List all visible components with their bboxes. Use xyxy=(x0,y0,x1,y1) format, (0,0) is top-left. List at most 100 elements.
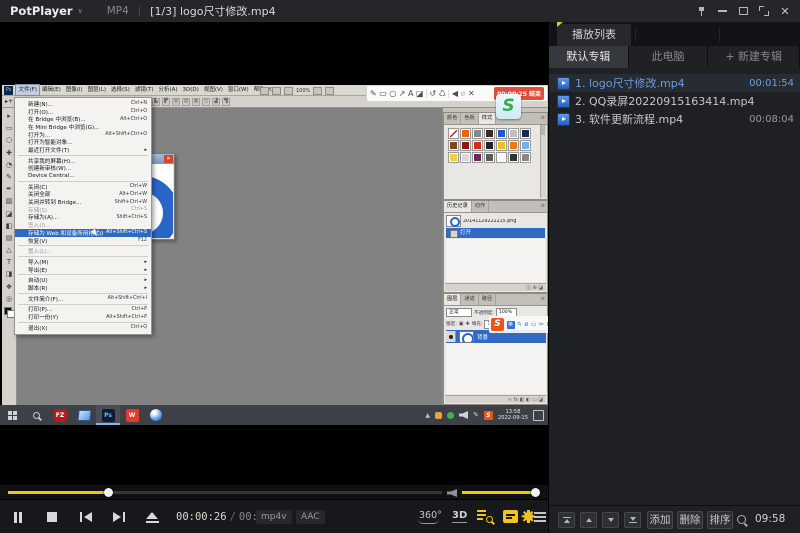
volume-bar[interactable] xyxy=(462,491,536,494)
fullscreen-button[interactable] xyxy=(755,3,773,19)
next-button[interactable] xyxy=(104,506,134,528)
file-menu-item: 导出(E)▸ xyxy=(15,266,151,274)
pause-button[interactable] xyxy=(3,506,33,528)
previous-button[interactable] xyxy=(71,506,101,528)
menu-item-shortcut: Shift+Ctrl+W xyxy=(115,200,147,205)
playlist-item-name: 1. logo尺寸修改.mp4 xyxy=(575,75,744,91)
subtitle-button[interactable] xyxy=(503,510,518,523)
stop-button[interactable] xyxy=(37,506,67,528)
app-icon: FZ xyxy=(54,409,67,422)
minimize-button[interactable] xyxy=(713,3,731,19)
playlist-item[interactable]: 1. logo尺寸修改.mp4 00:01:54 xyxy=(549,74,800,92)
layer-thumbnail xyxy=(459,331,474,343)
photoshop-icon: Ps xyxy=(96,405,120,425)
pencil-icon: ✎ xyxy=(370,90,377,98)
menu-item-label: 脚本(R) xyxy=(28,284,142,292)
seek-thumb[interactable] xyxy=(104,488,113,497)
move-bottom-icon xyxy=(630,517,636,521)
move-top-button[interactable] xyxy=(558,512,575,528)
menu-item-label: 最近打开文件(T) xyxy=(28,146,142,154)
mode-360-button[interactable]: 360° xyxy=(419,510,442,521)
tab-playlist[interactable]: 播放列表 xyxy=(557,24,631,46)
menu-item-shortcut: Alt+Shift+Ctrl+P xyxy=(106,315,147,320)
playlist-header: 播放列表 xyxy=(549,22,800,46)
lock-transparency-icon: ▣ xyxy=(459,321,464,327)
tray-recorder-icon: S xyxy=(484,411,493,420)
clock-display: 09:58 xyxy=(755,513,785,525)
playlist-search-button[interactable] xyxy=(477,510,495,524)
playlist-search-icon[interactable] xyxy=(737,515,746,524)
menu-divider xyxy=(18,322,148,323)
video-display[interactable]: Ps 文件(F)编辑(E)图像(I)图层(L)选择(S)滤镜(T)分析(A)3D… xyxy=(0,22,548,485)
option-icon: ▦ xyxy=(192,98,200,106)
playlist-item[interactable]: 3. 软件更新流程.mp400:08:04 xyxy=(549,110,800,128)
app-icon: Ps xyxy=(102,409,115,422)
media-file-icon xyxy=(557,95,570,108)
style-swatch xyxy=(460,140,471,151)
volume-thumb[interactable] xyxy=(531,488,540,497)
move-bottom-button[interactable] xyxy=(624,512,641,528)
next-icon xyxy=(113,512,121,522)
eraser-icon: ◪ xyxy=(416,90,424,98)
style-swatch xyxy=(448,128,459,139)
delete-button[interactable]: 删除 xyxy=(677,511,703,529)
history-snapshot-row: 20141129222215.png xyxy=(446,215,545,227)
file-menu-item: 打开为智能对象... xyxy=(15,138,151,146)
recorder-s-icon: S xyxy=(491,318,504,331)
document-close-icon: ✕ xyxy=(164,155,173,163)
snapshot-label: 20141129222215.png xyxy=(463,219,516,224)
start-button xyxy=(0,405,24,425)
file-menu-item: 签入(I)... xyxy=(15,221,151,229)
playlist-tab-notch xyxy=(557,22,563,27)
move-down-button[interactable] xyxy=(602,512,619,528)
taskbar-tray: ▲ ✎ S 13:58 2022-09-15 xyxy=(425,409,544,422)
playlist-item[interactable]: 2. QQ录屏20220915163414.mp4 xyxy=(549,92,800,110)
styles-panel: 颜色 色板 样式 ≡ xyxy=(443,112,548,200)
menu-item-label: 打印一份(Y) xyxy=(28,313,103,321)
lock-label: 锁定: xyxy=(446,321,457,327)
taskbar-date: 2022-09-15 xyxy=(498,415,528,421)
seek-bar[interactable] xyxy=(8,491,442,494)
main-menu-button[interactable] xyxy=(534,512,546,522)
tab-this-pc[interactable]: 此电脑 xyxy=(629,46,709,68)
file-menu-item: 最近打开文件(T)▸ xyxy=(15,146,151,154)
mic-icon: ø xyxy=(525,322,529,328)
explorer-icon xyxy=(72,405,96,425)
style-swatch xyxy=(484,152,495,163)
pin-icon xyxy=(698,7,705,16)
pin-button[interactable] xyxy=(692,3,710,19)
playlist-item-name: 3. 软件更新流程.mp4 xyxy=(575,111,744,127)
volume-speaker-icon[interactable] xyxy=(447,489,457,497)
mode-3d-button[interactable]: 3D xyxy=(452,510,467,523)
sort-button[interactable]: 排序 xyxy=(707,511,733,529)
menu-item-shortcut: Alt+Ctrl+W xyxy=(119,192,147,197)
move-up-icon xyxy=(586,518,592,522)
alignment-icons: ▙▛▥▤▦◫▟▜ xyxy=(152,98,230,106)
notification-icon xyxy=(533,410,544,421)
ps-panel-dock: 颜色 色板 样式 ≡ 历史记录 动作 ≡ xyxy=(442,108,548,405)
grid-icon: ⊞ xyxy=(546,322,548,328)
window-controls: ✕ xyxy=(692,3,794,19)
tab-new-album[interactable]: + 新建专辑 xyxy=(708,46,800,68)
menu-item-shortcut: Ctrl+N xyxy=(131,101,147,106)
app-name[interactable]: PotPlayer xyxy=(10,4,73,18)
close-button[interactable]: ✕ xyxy=(776,3,794,19)
style-swatch xyxy=(472,152,483,163)
menu-item-shortcut: Ctrl+Q xyxy=(131,325,147,330)
submenu-arrow-icon: ▸ xyxy=(144,285,147,291)
text-icon: A xyxy=(408,90,413,98)
menu-item-shortcut: Alt+Ctrl+O xyxy=(120,117,147,122)
recorder-logo-icon: S xyxy=(496,94,521,119)
playlist-item-duration: 00:01:54 xyxy=(749,78,794,89)
move-up-button[interactable] xyxy=(580,512,597,528)
tab-default-album[interactable]: 默认专辑 xyxy=(549,46,629,68)
title-bar[interactable]: PotPlayer ∨ MP4 | [1/3] logo尺寸修改.mp4 ✕ xyxy=(0,0,800,22)
open-file-button[interactable] xyxy=(137,506,167,528)
ps-menubar-item: 视图(V) xyxy=(201,85,225,95)
ellipse-icon: ○ xyxy=(389,90,396,98)
style-swatch xyxy=(460,152,471,163)
color-swatches-icon xyxy=(4,307,15,318)
maximize-button[interactable] xyxy=(734,3,752,19)
codec-badge: MP4 xyxy=(107,5,129,17)
add-button[interactable]: 添加 xyxy=(647,511,673,529)
